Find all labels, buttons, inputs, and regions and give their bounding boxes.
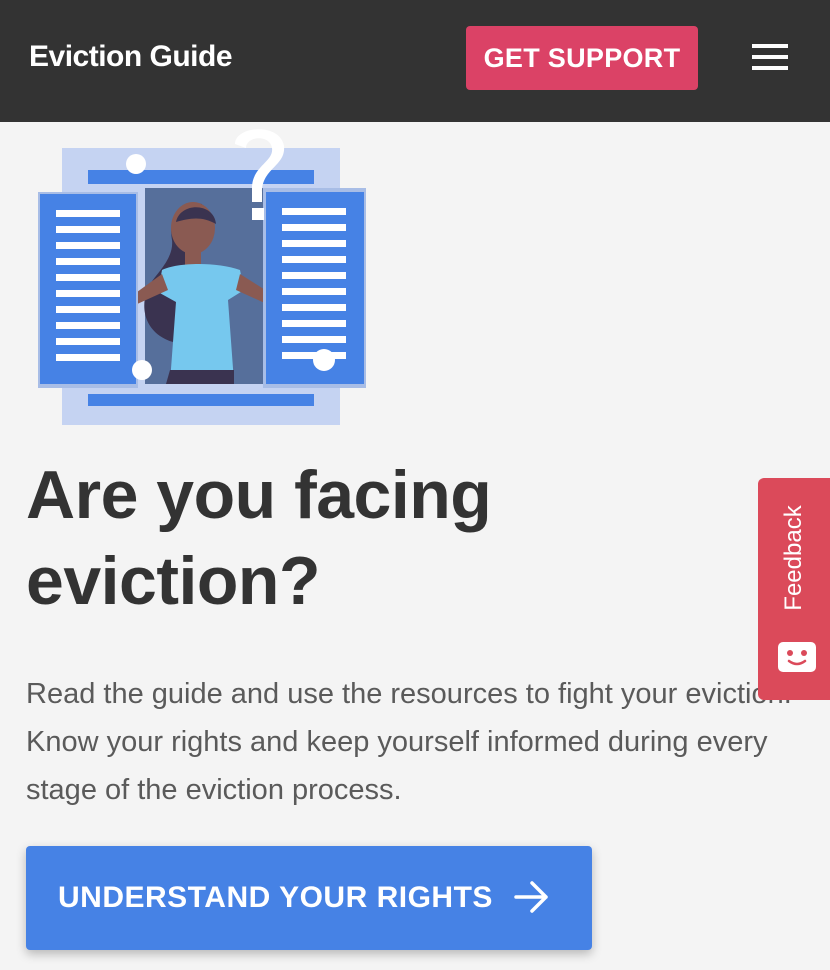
feedback-tab[interactable]: Feedback [758,478,830,700]
sparkle-dot [126,154,146,174]
menu-line [752,44,788,48]
page-headline: Are you facing eviction? [26,457,492,619]
smiley-chat-icon [778,642,816,672]
window-bottom-bar [88,394,314,406]
arrow-right-icon [514,881,548,913]
menu-line [752,55,788,59]
question-mark-dot [252,208,264,220]
woman-waist [166,370,234,384]
woman-neck [185,250,201,266]
window-top-bar [88,170,314,184]
intro-paragraph: Read the guide and use the resources to … [26,678,792,806]
top-nav-bar: Eviction Guide GET SUPPORT [0,0,830,122]
cta-label: UNDERSTAND YOUR RIGHTS [58,881,493,914]
feedback-label: Feedback [780,505,807,611]
get-support-button[interactable]: GET SUPPORT [466,26,698,90]
understand-your-rights-button[interactable]: UNDERSTAND YOUR RIGHTS [26,846,592,950]
woman-at-window-illustration [38,129,366,425]
hamburger-menu-button[interactable] [748,44,792,74]
sparkle-dot [132,360,152,380]
site-brand[interactable]: Eviction Guide [29,40,233,74]
sparkle-dot [313,349,335,371]
menu-line [752,66,788,70]
